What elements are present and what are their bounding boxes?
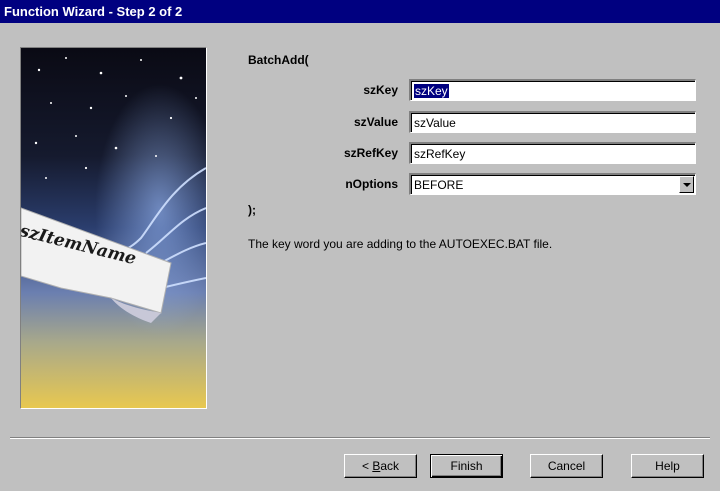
wizard-illustration: szItemName: [20, 47, 207, 409]
separator-line: [10, 437, 710, 439]
param-description: The key word you are adding to the AUTOE…: [248, 237, 553, 251]
cancel-button[interactable]: Cancel: [530, 454, 603, 478]
function-wizard-window: Function Wizard - Step 2 of 2 szItemName…: [0, 0, 720, 491]
szvalue-input[interactable]: szValue: [409, 111, 696, 133]
noptions-value: BEFORE: [414, 178, 464, 192]
back-button-prefix: <: [361, 459, 373, 473]
param-label-szkey: szKey: [363, 83, 398, 97]
param-label-szrefkey: szRefKey: [343, 146, 398, 160]
window-title: Function Wizard - Step 2 of 2: [4, 4, 183, 19]
finish-button[interactable]: Finish: [430, 454, 503, 478]
szvalue-value: szValue: [414, 116, 456, 130]
back-button-label: ack: [380, 459, 400, 473]
noptions-select[interactable]: BEFORE: [409, 173, 696, 195]
function-name: BatchAdd(: [248, 53, 309, 67]
dropdown-button[interactable]: [679, 176, 694, 193]
help-button[interactable]: Help: [631, 454, 704, 478]
szrefkey-value: szRefKey: [414, 147, 466, 161]
szkey-input[interactable]: szKey: [409, 79, 696, 101]
szrefkey-input[interactable]: szRefKey: [409, 142, 696, 164]
back-button[interactable]: < Back: [344, 454, 417, 478]
param-label-noptions: nOptions: [345, 177, 398, 191]
param-label-szvalue: szValue: [353, 115, 398, 129]
title-bar: Function Wizard - Step 2 of 2: [0, 0, 720, 23]
chevron-down-icon: [682, 182, 691, 187]
szkey-value: szKey: [414, 84, 449, 98]
function-close-paren: );: [248, 203, 256, 217]
